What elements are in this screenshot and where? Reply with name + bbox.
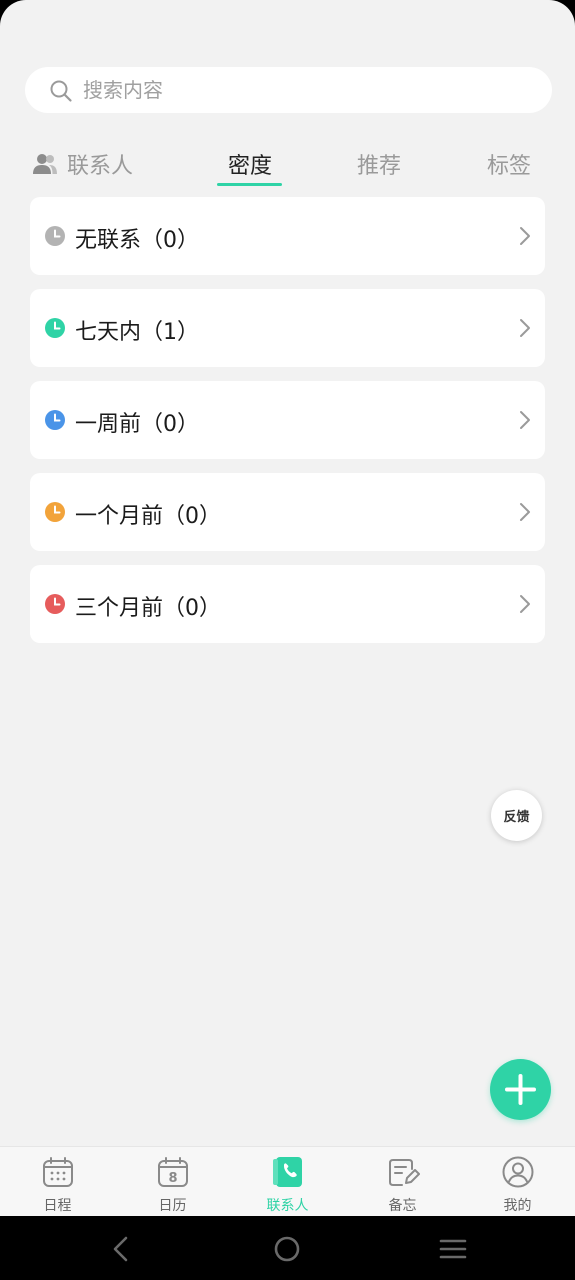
nav-label: 日历 <box>158 1198 187 1214</box>
tab-tags[interactable]: 标签 <box>487 148 531 180</box>
plus-icon <box>505 1074 536 1105</box>
nav-label: 联系人 <box>266 1198 309 1214</box>
chevron-right-icon <box>520 227 530 245</box>
tab-recommend[interactable]: 推荐 <box>357 148 401 180</box>
list-item-label: 七天内（1） <box>75 320 199 345</box>
list-item[interactable]: 一个月前（0） <box>30 473 545 551</box>
phone-book-icon <box>273 1157 302 1187</box>
search-icon <box>50 80 72 102</box>
chevron-right-icon <box>520 411 530 429</box>
tab-density[interactable]: 密度 <box>228 148 272 180</box>
list-item[interactable]: 无联系（0） <box>30 197 545 275</box>
nav-label: 日程 <box>43 1198 72 1214</box>
list-item[interactable]: 七天内（1） <box>30 289 545 367</box>
chevron-right-icon <box>520 595 530 613</box>
feedback-button[interactable]: 反馈 <box>491 790 542 841</box>
memo-icon <box>389 1159 420 1186</box>
menu-icon[interactable] <box>438 1234 468 1264</box>
list-item-label: 一周前（0） <box>75 412 199 437</box>
search-bar[interactable] <box>25 67 552 113</box>
nav-item-calendar[interactable]: 8 日历 <box>115 1147 230 1216</box>
list-item-label: 一个月前（0） <box>75 504 221 529</box>
clock-icon <box>45 594 65 614</box>
tab-contacts[interactable]: 联系人 <box>33 148 133 180</box>
clock-icon <box>45 318 65 338</box>
active-tab-indicator <box>217 183 282 186</box>
clock-icon <box>45 410 65 430</box>
nav-item-contacts[interactable]: 联系人 <box>230 1147 345 1216</box>
back-icon[interactable] <box>106 1234 136 1264</box>
search-input[interactable] <box>83 73 523 107</box>
add-button[interactable] <box>490 1059 551 1120</box>
calendar-icon-day: 8 <box>168 1171 177 1186</box>
nav-label: 我的 <box>503 1198 532 1214</box>
contacts-icon <box>33 154 57 174</box>
chevron-right-icon <box>520 503 530 521</box>
nav-item-schedule[interactable]: 日程 <box>0 1147 115 1216</box>
list-item-label: 三个月前（0） <box>75 596 221 621</box>
tab-bar: 联系人 密度 推荐 标签 <box>0 140 575 190</box>
app-screen: 联系人 密度 推荐 标签 无联系（0） 七天内（1） 一周前（0） <box>0 0 575 1216</box>
nav-item-profile[interactable]: 我的 <box>460 1147 575 1216</box>
nav-item-memo[interactable]: 备忘 <box>345 1147 460 1216</box>
system-nav-bar <box>0 1216 575 1280</box>
bottom-nav: 日程 8 日历 联系人 备忘 我的 <box>0 1146 575 1216</box>
calendar-icon: 8 <box>158 1157 188 1187</box>
list-item[interactable]: 三个月前（0） <box>30 565 545 643</box>
schedule-icon <box>43 1157 73 1187</box>
chevron-right-icon <box>520 319 530 337</box>
nav-label: 备忘 <box>388 1198 417 1214</box>
tab-contacts-label: 联系人 <box>67 154 134 179</box>
list-item-label: 无联系（0） <box>75 228 199 253</box>
clock-icon <box>45 502 65 522</box>
list-item[interactable]: 一周前（0） <box>30 381 545 459</box>
clock-icon <box>45 226 65 246</box>
home-icon[interactable] <box>272 1234 302 1264</box>
profile-icon <box>502 1156 534 1188</box>
